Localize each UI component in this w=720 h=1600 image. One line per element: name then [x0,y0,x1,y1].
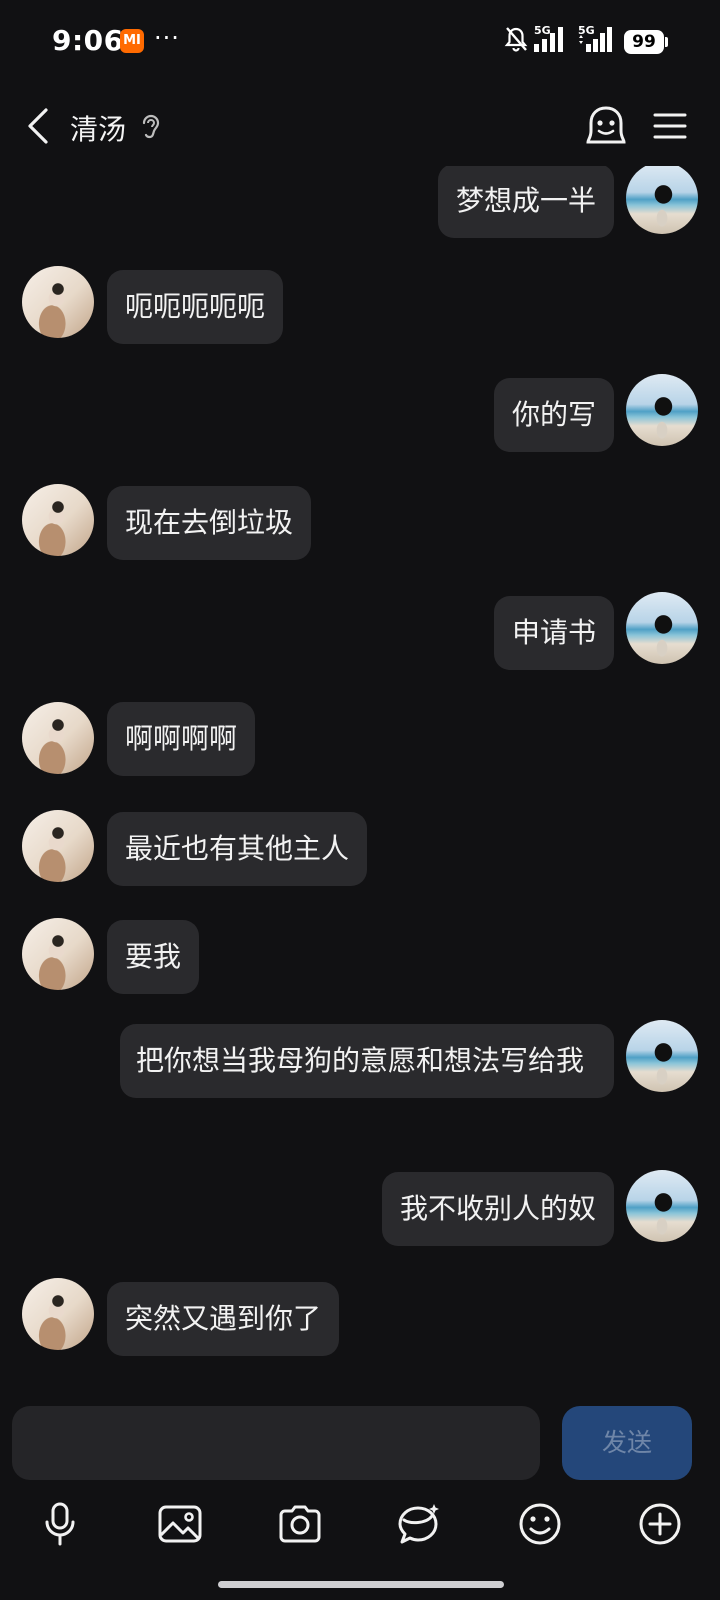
contact-avatar[interactable] [22,1278,94,1350]
message-input[interactable] [12,1406,540,1480]
more-notifications-icon: ··· [154,24,180,52]
ear-icon[interactable] [140,112,162,142]
send-button[interactable]: 发送 [562,1406,692,1480]
message-list[interactable]: 梦想成一半 呃呃呃呃呃 你的写 现在去倒垃圾 申请书 啊啊啊啊 最近也有其他主人 [0,166,720,1394]
message-bubble[interactable]: 现在去倒垃圾 [107,486,312,560]
image-icon[interactable] [156,1500,204,1548]
message-bubble[interactable]: 突然又遇到你了 [107,1282,340,1356]
my-avatar[interactable] [626,166,698,234]
message-bubble[interactable]: 我不收别人的奴 [381,1172,614,1246]
message-bubble[interactable]: 把你想当我母狗的意愿和想法写给我 [120,1024,614,1098]
status-time: 9:06 [52,24,124,57]
my-avatar[interactable] [626,592,698,664]
battery-indicator: 99 [624,30,664,54]
message-bubble[interactable]: 要我 [107,920,200,994]
chat-screen: 9:06 MI ··· 5G 5G 99 清汤 梦想成一半 呃呃呃呃呃 你的写 … [0,0,720,1600]
message-bubble[interactable]: 申请书 [493,596,614,670]
message-bubble[interactable]: 你的写 [493,378,614,452]
back-arrow-icon[interactable] [22,106,56,146]
input-toolbar [0,1490,720,1562]
contact-avatar[interactable] [22,702,94,774]
contact-name[interactable]: 清汤 [70,108,126,148]
robot-icon[interactable] [584,104,628,148]
my-avatar[interactable] [626,1170,698,1242]
plus-icon[interactable] [636,1500,684,1548]
signal-strength-icon [534,27,563,52]
contact-avatar[interactable] [22,484,94,556]
sticker-icon[interactable] [394,1500,442,1548]
my-avatar[interactable] [626,374,698,446]
signal-strength-icon [579,27,612,52]
mi-badge-icon: MI [120,29,144,53]
chat-header: 清汤 [0,86,720,166]
contact-avatar[interactable] [22,266,94,338]
my-avatar[interactable] [626,1020,698,1092]
message-bubble[interactable]: 呃呃呃呃呃 [107,270,284,344]
emoji-icon[interactable] [516,1500,564,1548]
message-bubble[interactable]: 啊啊啊啊 [107,702,256,776]
status-bar: 9:06 MI ··· 5G 5G 99 [0,0,720,86]
camera-icon[interactable] [276,1500,324,1548]
contact-avatar[interactable] [22,810,94,882]
battery-tip [665,37,668,47]
mute-bell-icon [504,27,528,52]
message-bubble[interactable]: 梦想成一半 [437,166,614,238]
message-bubble[interactable]: 最近也有其他主人 [107,812,368,886]
menu-icon[interactable] [652,110,688,142]
home-indicator[interactable] [218,1581,504,1588]
contact-avatar[interactable] [22,918,94,990]
composer: 发送 [0,1394,720,1490]
microphone-icon[interactable] [36,1500,84,1548]
